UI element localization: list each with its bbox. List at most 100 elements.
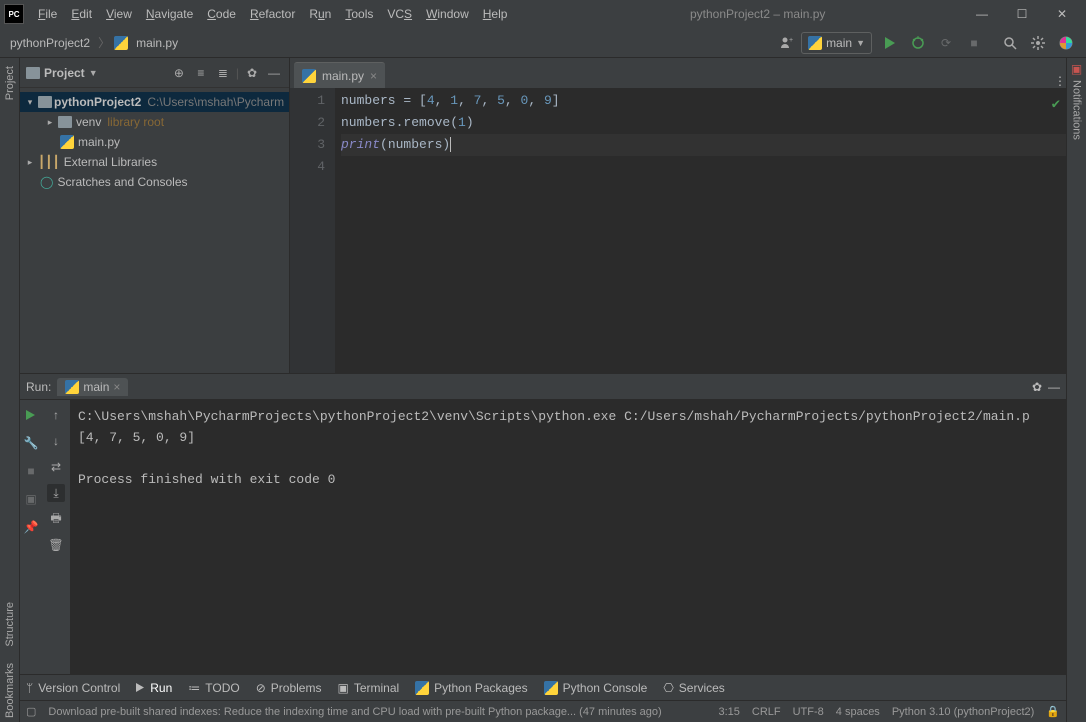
python-icon — [544, 681, 558, 695]
chevron-right-icon: ▸ — [44, 117, 56, 128]
pin-icon[interactable]: 📌 — [22, 518, 40, 536]
menu-window[interactable]: Window — [420, 5, 475, 23]
collapse-icon[interactable]: ≣ — [214, 64, 232, 82]
bt-packages[interactable]: Python Packages — [415, 681, 527, 695]
menu-vcs[interactable]: VCS — [381, 5, 418, 23]
code-editor[interactable]: 1 2 3 4 numbers = [4, 1, 7, 5, 0, 9] num… — [290, 88, 1066, 373]
status-enc[interactable]: UTF-8 — [793, 706, 824, 718]
sidebar-bookmarks-label[interactable]: Bookmarks — [4, 659, 16, 722]
menu-file[interactable]: File — [32, 5, 63, 23]
down-icon[interactable]: ↓ — [47, 432, 65, 450]
project-panel-title[interactable]: Project — [44, 66, 85, 80]
menu-tools[interactable]: Tools — [339, 5, 379, 23]
debug-button[interactable] — [906, 31, 930, 55]
terminal-icon: ▣ — [337, 681, 348, 695]
print-icon[interactable]: 🖶 — [47, 510, 65, 528]
sidebar-structure-label[interactable]: Structure — [4, 598, 16, 651]
left-tool-strip: Project Structure Bookmarks — [0, 58, 20, 722]
close-tab-icon[interactable]: × — [370, 69, 377, 83]
add-user-icon[interactable]: + — [775, 31, 799, 55]
breadcrumb-project[interactable]: pythonProject2 — [6, 34, 94, 52]
bt-services[interactable]: ⎔Services — [663, 681, 725, 695]
wrench-icon[interactable]: 🔧 — [22, 434, 40, 452]
tree-external[interactable]: ▸ ┃┃┃ External Libraries — [20, 152, 289, 172]
scratches-icon: ◯ — [40, 175, 53, 189]
color-wheel-icon[interactable] — [1054, 31, 1078, 55]
libraries-icon: ┃┃┃ — [38, 155, 60, 169]
menu-code[interactable]: Code — [201, 5, 242, 23]
console-exit: Process finished with exit code 0 — [78, 469, 1058, 490]
notifications-icon[interactable]: ▣ — [1071, 62, 1082, 76]
stop-icon[interactable]: ■ — [22, 462, 40, 480]
close-icon[interactable]: × — [113, 380, 120, 394]
inspection-ok-icon[interactable]: ✔ — [1052, 94, 1060, 116]
close-button[interactable]: ✕ — [1042, 0, 1082, 28]
maximize-button[interactable]: ☐ — [1002, 0, 1042, 28]
bt-todo[interactable]: ≔TODO — [188, 681, 239, 695]
breadcrumb: pythonProject2 〉 main.py — [6, 34, 182, 52]
tree-venv-note: library root — [107, 115, 164, 129]
trash-icon[interactable]: 🗑 — [47, 536, 65, 554]
editor-tab-mainpy[interactable]: main.py × — [294, 62, 385, 88]
rerun-icon[interactable] — [22, 406, 40, 424]
expand-icon[interactable]: ≡ — [192, 64, 210, 82]
editor-area: main.py × ⋮ 1 2 3 4 numbers = [4, 1, 7, … — [290, 58, 1066, 373]
python-file-icon — [60, 135, 74, 149]
hide-panel-icon[interactable]: — — [265, 64, 283, 82]
settings-button[interactable] — [1026, 31, 1050, 55]
bt-pyconsole[interactable]: Python Console — [544, 681, 648, 695]
folder-icon — [38, 96, 52, 108]
tree-venv-label: venv — [76, 115, 101, 129]
tab-label: main.py — [322, 69, 364, 83]
status-msg[interactable]: Download pre-built shared indexes: Reduc… — [48, 706, 661, 718]
code-content[interactable]: numbers = [4, 1, 7, 5, 0, 9] numbers.rem… — [335, 88, 1066, 373]
run-tab[interactable]: main × — [57, 378, 128, 396]
sidebar-notifications-label[interactable]: Notifications — [1071, 76, 1083, 144]
panel-settings-icon[interactable]: ✿ — [243, 64, 261, 82]
status-pos[interactable]: 3:15 — [718, 706, 739, 718]
bt-run[interactable]: Run — [136, 681, 172, 695]
run-config-selector[interactable]: main ▼ — [801, 32, 872, 54]
editor-more-icon[interactable]: ⋮ — [1054, 74, 1066, 88]
coverage-button[interactable]: ⟳ — [934, 31, 958, 55]
project-tool-window: Project ▼ ⊕ ≡ ≣ | ✿ — ▾ pythonProject2 C… — [20, 58, 290, 373]
lock-icon[interactable]: 🔒 — [1046, 705, 1060, 718]
console-output[interactable]: C:\Users\mshah\PycharmProjects\pythonPro… — [70, 400, 1066, 674]
breadcrumb-file[interactable]: main.py — [132, 34, 182, 52]
run-button[interactable] — [878, 31, 902, 55]
python-icon — [415, 681, 429, 695]
hide-run-icon[interactable]: — — [1048, 380, 1060, 394]
menu-navigate[interactable]: Navigate — [140, 5, 199, 23]
up-icon[interactable]: ↑ — [47, 406, 65, 424]
status-sdk[interactable]: Python 3.10 (pythonProject2) — [892, 706, 1034, 718]
locate-icon[interactable]: ⊕ — [170, 64, 188, 82]
minimize-button[interactable]: — — [962, 0, 1002, 28]
status-eol[interactable]: CRLF — [752, 706, 781, 718]
services-icon: ⎔ — [663, 681, 673, 695]
sidebar-project-label[interactable]: Project — [4, 62, 16, 104]
svg-text:+: + — [789, 37, 793, 44]
status-indent[interactable]: 4 spaces — [836, 706, 880, 718]
menu-run[interactable]: Run — [303, 5, 337, 23]
bt-problems[interactable]: ⊘Problems — [256, 681, 322, 695]
menu-edit[interactable]: Edit — [65, 5, 98, 23]
tree-scratches[interactable]: ◯ Scratches and Consoles — [20, 172, 289, 192]
menu-view[interactable]: View — [100, 5, 138, 23]
wrap-icon[interactable]: ⇄ — [47, 458, 65, 476]
tree-root[interactable]: ▾ pythonProject2 C:\Users\mshah\Pycharm — [20, 92, 289, 112]
run-settings-icon[interactable]: ✿ — [1032, 380, 1042, 394]
search-button[interactable] — [998, 31, 1022, 55]
stop2-icon[interactable]: ▣ — [22, 490, 40, 508]
tree-venv[interactable]: ▸ venv library root — [20, 112, 289, 132]
bt-vc[interactable]: ᛘVersion Control — [26, 681, 120, 695]
menu-refactor[interactable]: Refactor — [244, 5, 301, 23]
menu-help[interactable]: Help — [477, 5, 514, 23]
stop-button[interactable]: ■ — [962, 31, 986, 55]
scroll-icon[interactable]: ⤓ — [47, 484, 65, 502]
status-hide-icon[interactable]: ▢ — [26, 705, 36, 718]
bt-terminal[interactable]: ▣Terminal — [337, 681, 399, 695]
gutter: 1 2 3 4 — [290, 88, 335, 373]
project-icon — [26, 67, 40, 79]
chevron-down-icon[interactable]: ▼ — [89, 68, 98, 78]
tree-mainpy[interactable]: main.py — [20, 132, 289, 152]
